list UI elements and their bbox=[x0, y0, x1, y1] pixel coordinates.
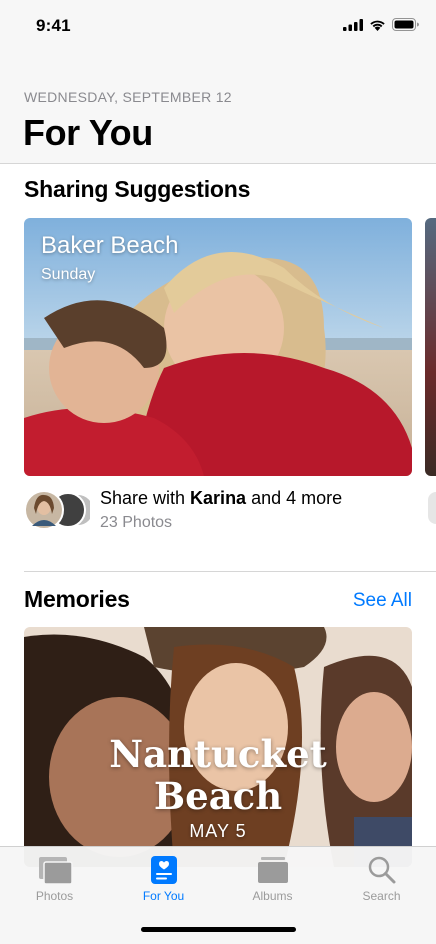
for-you-icon bbox=[150, 856, 177, 884]
photos-icon bbox=[38, 857, 73, 885]
tab-photos[interactable]: Photos bbox=[0, 847, 109, 909]
sharing-suggestion-card[interactable]: Baker Beach Sunday bbox=[24, 218, 412, 476]
status-bar: 9:41 bbox=[0, 0, 436, 52]
card-subtitle: Sunday bbox=[41, 266, 96, 283]
memory-card[interactable]: Nantucket Beach MAY 5 bbox=[24, 627, 412, 867]
tab-for-you[interactable]: For You bbox=[109, 847, 218, 909]
next-suggestion-card-peek[interactable] bbox=[425, 218, 436, 476]
sharing-suggestions-title: Sharing Suggestions bbox=[24, 176, 251, 202]
status-time: 9:41 bbox=[36, 16, 71, 35]
page-title: For You bbox=[23, 112, 153, 153]
cellular-signal-icon bbox=[343, 18, 363, 31]
status-icons bbox=[343, 18, 420, 31]
header-date: WEDNESDAY, SEPTEMBER 12 bbox=[24, 89, 232, 105]
share-contact-name: Karina bbox=[190, 488, 247, 508]
see-all-link[interactable]: See All bbox=[353, 590, 412, 612]
avatar-stack bbox=[24, 490, 90, 530]
tab-label: For You bbox=[142, 889, 185, 903]
memory-title-line2: Beach bbox=[153, 774, 283, 818]
share-prefix: Share with bbox=[100, 488, 191, 508]
tab-search[interactable]: Search bbox=[327, 847, 436, 909]
tab-label: Albums bbox=[252, 889, 293, 903]
memory-date: MAY 5 bbox=[189, 821, 247, 841]
card-title: Baker Beach bbox=[41, 232, 179, 259]
large-title-header: WEDNESDAY, SEPTEMBER 12 For You bbox=[0, 52, 436, 164]
share-suggestion-row[interactable]: Share with Karina and 4 more 23 Photos bbox=[24, 486, 424, 538]
photo-count: 23 Photos bbox=[100, 514, 173, 531]
home-indicator[interactable] bbox=[141, 927, 296, 932]
memory-title-line1: Nantucket bbox=[109, 732, 327, 776]
memories-title: Memories bbox=[24, 586, 130, 612]
battery-icon bbox=[392, 18, 419, 31]
tab-label: Photos bbox=[35, 889, 74, 903]
memory-title: Nantucket Beach bbox=[24, 733, 412, 817]
share-suffix: and 4 more bbox=[246, 488, 343, 508]
tab-albums[interactable]: Albums bbox=[218, 847, 327, 909]
share-with-text: Share with Karina and 4 more bbox=[100, 488, 342, 509]
next-share-button-peek[interactable] bbox=[428, 492, 436, 524]
section-divider bbox=[24, 571, 436, 572]
albums-icon bbox=[257, 857, 288, 883]
wifi-icon bbox=[370, 20, 385, 31]
search-icon bbox=[368, 856, 395, 884]
tab-label: Search bbox=[362, 889, 401, 903]
